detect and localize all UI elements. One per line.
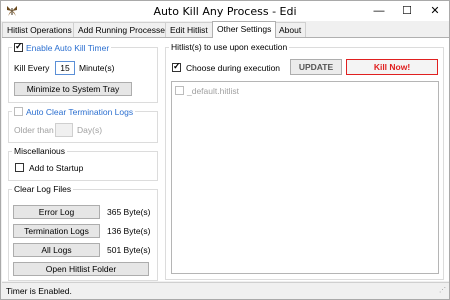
add-to-startup-checkbox[interactable] <box>15 163 24 172</box>
enable-auto-kill-label[interactable]: Enable Auto Kill Timer <box>26 43 109 53</box>
kill-interval-input[interactable]: 15 <box>55 61 75 75</box>
choose-during-execution-checkbox[interactable] <box>172 61 181 72</box>
resize-grip-icon[interactable]: ⋰ <box>439 287 447 297</box>
clear-termination-logs-button[interactable]: Termination Logs <box>13 224 100 238</box>
tab-edit-hitlist[interactable]: Edit Hitlist <box>165 22 213 37</box>
tab-other-settings[interactable]: Other Settings <box>212 21 277 38</box>
termination-logs-size: 136 Byte(s) <box>107 226 151 236</box>
other-settings-panel: Enable Auto Kill Timer Kill Every 15 Min… <box>2 37 449 281</box>
hitlist-group-title: Hitlist(s) to use upon execution <box>169 42 290 52</box>
choose-during-execution-label[interactable]: Choose during execution <box>186 62 280 74</box>
minimize-to-tray-button[interactable]: Minimize to System Tray <box>14 82 132 96</box>
misc-group: Miscellanious Add to Startup <box>8 146 158 181</box>
auto-kill-group-title: Enable Auto Kill Timer <box>12 41 112 53</box>
status-text: Timer is Enabled. <box>6 286 72 296</box>
tab-about[interactable]: About <box>274 22 307 37</box>
clear-logs-group-title: Clear Log Files <box>12 184 74 194</box>
minutes-unit-label: Minute(s) <box>79 63 115 73</box>
days-input[interactable] <box>55 123 73 137</box>
kill-now-button[interactable]: Kill Now! <box>346 59 438 75</box>
kill-every-label: Kill Every <box>14 63 50 73</box>
auto-clear-checkbox[interactable] <box>14 107 23 116</box>
close-button[interactable]: ✕ <box>421 1 449 21</box>
enable-auto-kill-checkbox[interactable] <box>14 41 23 52</box>
tab-hitlist-operations[interactable]: Hitlist Operations <box>2 22 77 37</box>
title-bar[interactable]: Auto Kill Any Process - Edi — ☐ ✕ <box>1 1 449 21</box>
app-window: Auto Kill Any Process - Edi — ☐ ✕ Hitlis… <box>0 0 450 300</box>
minimize-button[interactable]: — <box>365 1 393 21</box>
auto-clear-label[interactable]: Auto Clear Termination Logs <box>26 107 133 117</box>
hitlist-group: Hitlist(s) to use upon execution Choose … <box>165 42 444 280</box>
all-logs-size: 501 Byte(s) <box>107 245 151 255</box>
update-button[interactable]: UPDATE <box>290 59 342 75</box>
clear-all-logs-button[interactable]: All Logs <box>13 243 100 257</box>
older-than-label: Older than <box>14 125 54 135</box>
status-bar: Timer is Enabled. ⋰ <box>2 282 449 299</box>
tab-strip: Hitlist Operations Add Running Processes… <box>2 21 449 38</box>
tab-add-running-processes[interactable]: Add Running Processes <box>73 22 175 37</box>
add-to-startup-label[interactable]: Add to Startup <box>29 162 83 174</box>
list-item[interactable]: _default.hitlist <box>175 85 375 97</box>
error-log-size: 365 Byte(s) <box>107 207 151 217</box>
clear-logs-group: Clear Log Files Error Log 365 Byte(s) Te… <box>8 184 158 281</box>
hitlist-item-label[interactable]: _default.hitlist <box>187 85 239 97</box>
auto-clear-group: Auto Clear Termination Logs Older than D… <box>8 106 158 143</box>
hitlist-item-checkbox[interactable] <box>175 86 184 95</box>
auto-clear-group-title: Auto Clear Termination Logs <box>12 106 136 117</box>
days-unit-label: Day(s) <box>77 125 103 135</box>
clear-error-log-button[interactable]: Error Log <box>13 205 100 219</box>
auto-kill-group: Enable Auto Kill Timer Kill Every 15 Min… <box>8 41 158 103</box>
hitlist-list[interactable]: _default.hitlist <box>171 81 439 274</box>
misc-group-title: Miscellanious <box>12 146 68 156</box>
open-hitlist-folder-button[interactable]: Open Hitlist Folder <box>13 262 149 276</box>
maximize-button[interactable]: ☐ <box>393 1 421 21</box>
